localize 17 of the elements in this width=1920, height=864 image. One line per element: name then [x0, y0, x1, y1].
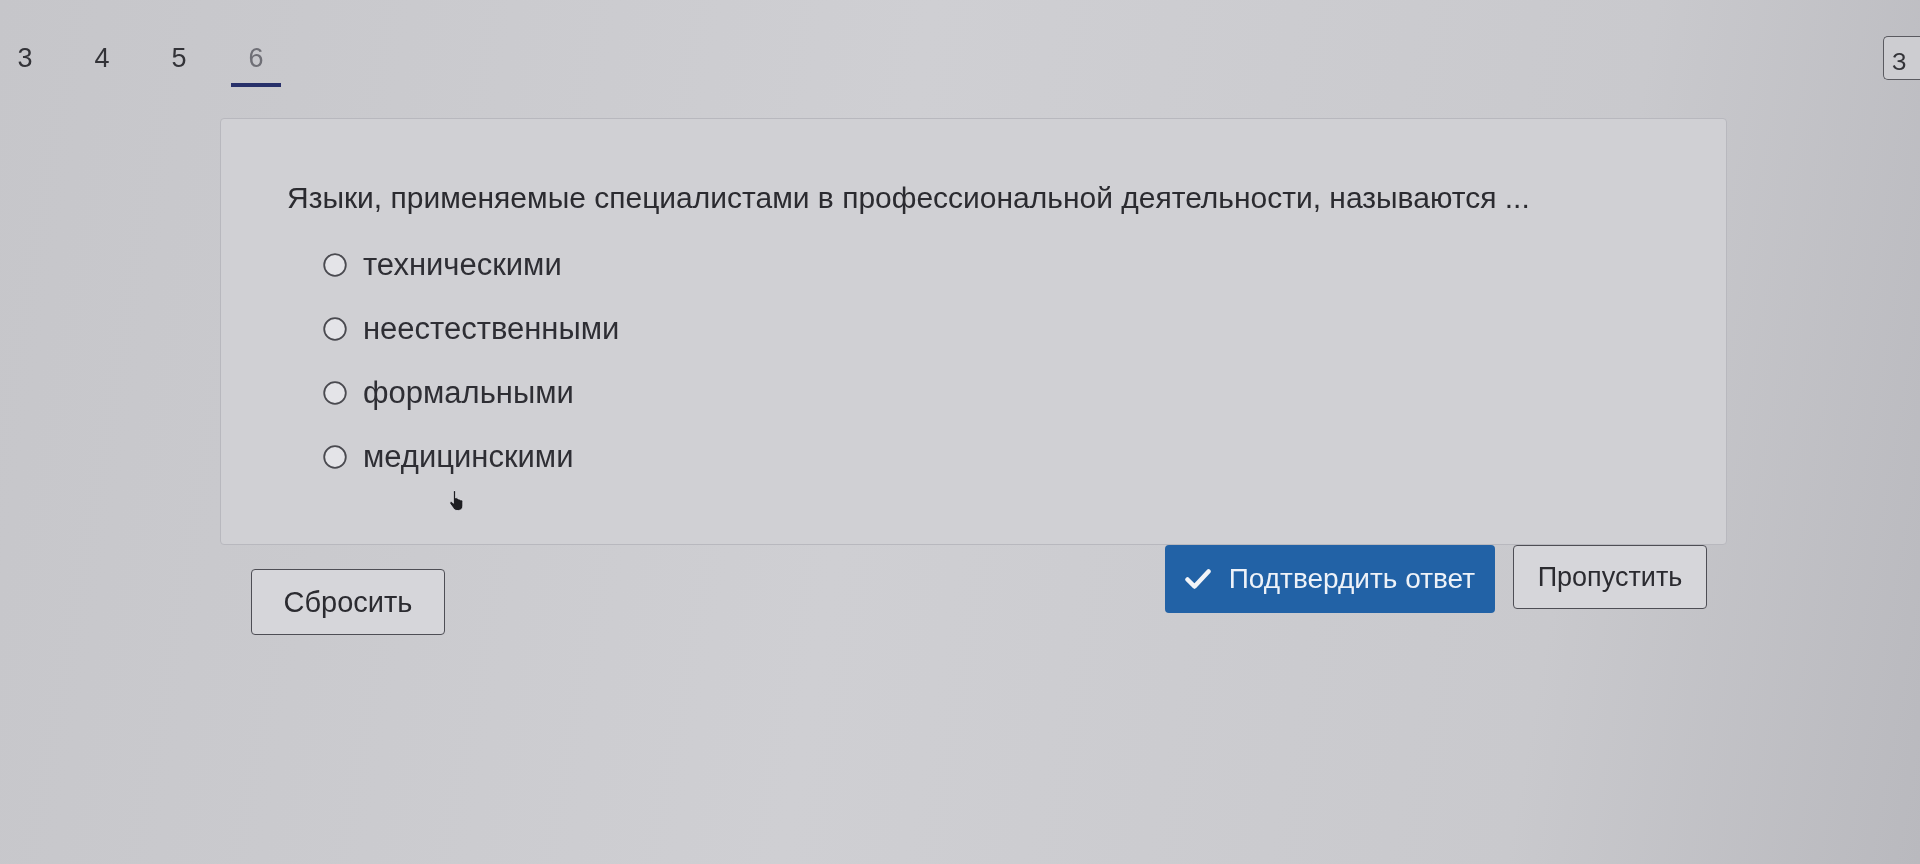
radio-button[interactable]: [323, 381, 347, 405]
radio-button[interactable]: [323, 317, 347, 341]
answer-option[interactable]: неестественными: [363, 311, 620, 347]
answer-option[interactable]: медицинскими: [363, 439, 574, 475]
question-tab[interactable]: 4: [77, 0, 127, 87]
checkmark-icon: [1184, 568, 1211, 590]
reset-button[interactable]: Сбросить: [251, 569, 445, 635]
corner-button[interactable]: З: [1883, 36, 1920, 80]
radio-button[interactable]: [323, 445, 347, 469]
skip-button[interactable]: Пропустить: [1513, 545, 1707, 609]
radio-button[interactable]: [323, 253, 347, 277]
answer-option[interactable]: техническими: [363, 247, 562, 283]
question-text: Языки, применяемые специалистами в профессиональной деятельности, называются ...: [287, 180, 1530, 216]
answer-option[interactable]: формальными: [363, 375, 574, 411]
question-tab[interactable]: 3: [0, 0, 50, 87]
question-tab[interactable]: 5: [154, 0, 204, 87]
submit-button[interactable]: Подтвердить ответ: [1164, 545, 1495, 613]
